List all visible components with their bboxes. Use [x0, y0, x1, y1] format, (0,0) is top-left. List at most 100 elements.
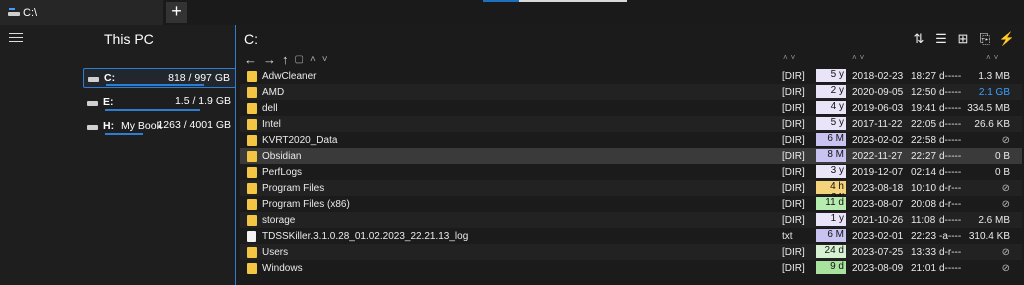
file-date: 2021-10-26 [852, 214, 904, 226]
file-date: 2023-08-09 [852, 262, 904, 274]
drive-item[interactable]: E: 1.5 / 1.9 GB [83, 92, 237, 112]
sort-arrows-date[interactable]: ˄˅ [852, 53, 867, 62]
menu-icon[interactable] [9, 33, 23, 43]
folder-icon [247, 103, 257, 114]
nav-bar: ← → ↑ ▢ ˄ ˅ [244, 52, 334, 67]
chevron-down-icon[interactable]: ˅ [322, 54, 328, 65]
file-size: ⊘ [1001, 198, 1010, 210]
file-attributes: d-r--- [939, 198, 962, 210]
file-size: 0 B [994, 166, 1010, 178]
file-time: 02:14 [911, 166, 937, 178]
file-attributes: d-r--- [939, 182, 962, 194]
file-name: KVRT2020_Data [262, 134, 338, 146]
file-time: 20:08 [911, 198, 937, 210]
file-row[interactable]: Program Files [DIR] 4 h 24' 2023-08-18 10:10… [240, 180, 1022, 203]
folder-icon[interactable]: ▢ [295, 54, 304, 65]
file-type: txt [782, 230, 793, 242]
file-name: AMD [262, 86, 285, 98]
file-row[interactable]: Windows [DIR] 9 d 2023-08-09 21:01 d----- ⊘ [240, 260, 1022, 276]
toolbar: ⇅ ☰ ⊞ ⎘ ⚡ [908, 31, 1018, 47]
file-age-badge: 5 y [816, 69, 846, 82]
tab-c-drive[interactable]: C:\ [0, 0, 163, 25]
file-size: 26.6 KB [974, 118, 1010, 130]
file-name: dell [262, 102, 278, 114]
file-age-badge: 4 y [816, 101, 846, 114]
up-button[interactable]: ↑ [282, 52, 289, 67]
folder-icon [247, 247, 257, 258]
folder-icon [247, 263, 257, 274]
file-time: 19:41 [911, 102, 937, 114]
drive-usage-bar [106, 84, 204, 86]
drive-size: 1.5 / 1.9 GB [174, 95, 231, 107]
file-age-badge: 11 d [816, 197, 846, 210]
file-date: 2023-08-18 [852, 182, 904, 194]
file-pane: C: ← → ↑ ▢ ˄ ˅ ⇅ ☰ ⊞ ⎘ ⚡ ˄˅ ˄˅ ˄˅ AdwCleaner… [236, 25, 1024, 285]
file-name: Users [262, 246, 289, 258]
drive-letter: H: [103, 120, 115, 132]
file-type: [DIR] [782, 102, 805, 114]
list-view-icon[interactable]: ☰ [930, 31, 952, 47]
file-row[interactable]: AdwCleaner [DIR] 5 y 2018-02-23 18:27 d----- 1… [240, 68, 1022, 84]
file-date: 2023-07-25 [852, 246, 904, 258]
file-date: 2020-09-05 [852, 86, 904, 98]
file-size: ⊘ [1001, 182, 1010, 194]
file-row[interactable]: dell [DIR] 4 y 2019-06-03 19:41 d----- 334.5 M… [240, 100, 1022, 116]
file-attributes: -a---- [939, 230, 962, 242]
sort-arrows-type[interactable]: ˄˅ [783, 53, 798, 62]
file-size: ⊘ [1001, 134, 1010, 146]
file-row[interactable]: Obsidian [DIR] 8 M 2022-11-27 22:27 d----- 0 B [240, 148, 1022, 164]
file-age-badge: 3 y [816, 165, 846, 178]
file-age-badge: 6 M [816, 133, 846, 146]
clipboard-icon[interactable]: ⎘ [974, 31, 996, 47]
folder-icon [247, 135, 257, 146]
file-size: 334.5 MB [967, 102, 1010, 114]
file-time: 18:27 [911, 70, 937, 82]
current-path: C: [244, 31, 258, 47]
new-tab-button[interactable]: + [166, 2, 187, 23]
file-date: 2023-02-01 [852, 230, 904, 242]
file-age-badge: 8 M [816, 149, 846, 162]
forward-button[interactable]: → [263, 52, 276, 67]
drive-icon [8, 8, 20, 17]
folder-icon [247, 183, 257, 194]
file-name: Program Files (x86) [262, 198, 350, 210]
back-button[interactable]: ← [244, 52, 257, 67]
file-size: 0 B [994, 150, 1010, 162]
file-row[interactable]: TDSSKiller.3.1.0.28_01.02.2023_22.21.13_… [240, 228, 1022, 244]
lightning-icon[interactable]: ⚡ [996, 31, 1018, 47]
file-age-badge: 2 y [816, 85, 846, 98]
file-row[interactable]: PerfLogs [DIR] 3 y 2019-12-07 02:14 d----- 0 B [240, 164, 1022, 180]
hard-drive-icon [87, 99, 98, 106]
file-type: [DIR] [782, 262, 805, 274]
file-row[interactable]: KVRT2020_Data [DIR] 6 M 2023-02-02 22:58 d---… [240, 132, 1022, 148]
new-item-icon[interactable]: ⊞ [952, 31, 974, 47]
file-time: 22:23 [911, 230, 937, 242]
file-row[interactable]: Users [DIR] 24 d 2023-07-25 13:33 d-r--- ⊘ [240, 244, 1022, 260]
file-row[interactable]: storage [DIR] 1 y 2021-10-26 11:08 d----- 2.6 … [240, 212, 1022, 228]
file-age-badge: 1 y [816, 213, 846, 226]
drive-size: 818 / 997 GB [168, 72, 230, 84]
file-type: [DIR] [782, 214, 805, 226]
file-name: storage [262, 214, 296, 226]
file-row[interactable]: Intel [DIR] 5 y 2017-11-22 22:05 d----- 26.6 K… [240, 116, 1022, 132]
file-row[interactable]: AMD [DIR] 2 y 2020-09-05 12:50 d----- 2.1 GB [240, 84, 1022, 100]
drive-item[interactable]: C: 818 / 997 GB [83, 68, 237, 88]
file-date: 2018-02-23 [852, 70, 904, 82]
folder-icon [247, 151, 257, 162]
sort-arrows-size[interactable]: ˄˅ [986, 53, 1001, 62]
title-accent [483, 0, 519, 2]
sort-icon[interactable]: ⇅ [908, 31, 930, 47]
chevron-up-icon[interactable]: ˄ [310, 54, 316, 65]
file-icon [247, 231, 256, 242]
file-time: 13:33 [911, 246, 937, 258]
file-size: ⊘ [1001, 262, 1010, 274]
file-type: [DIR] [782, 86, 805, 98]
drive-item[interactable]: H: My Book 1263 / 4001 GB [83, 116, 237, 136]
drive-name: My Book [121, 120, 162, 132]
file-attributes: d----- [939, 214, 962, 226]
file-size: 2.6 MB [978, 214, 1010, 226]
drive-usage-bar [105, 133, 143, 135]
file-time: 10:10 [911, 182, 937, 194]
folder-icon [247, 87, 257, 98]
file-row[interactable]: Program Files (x86) [DIR] 11 d 2023-08-07 20… [240, 196, 1022, 212]
